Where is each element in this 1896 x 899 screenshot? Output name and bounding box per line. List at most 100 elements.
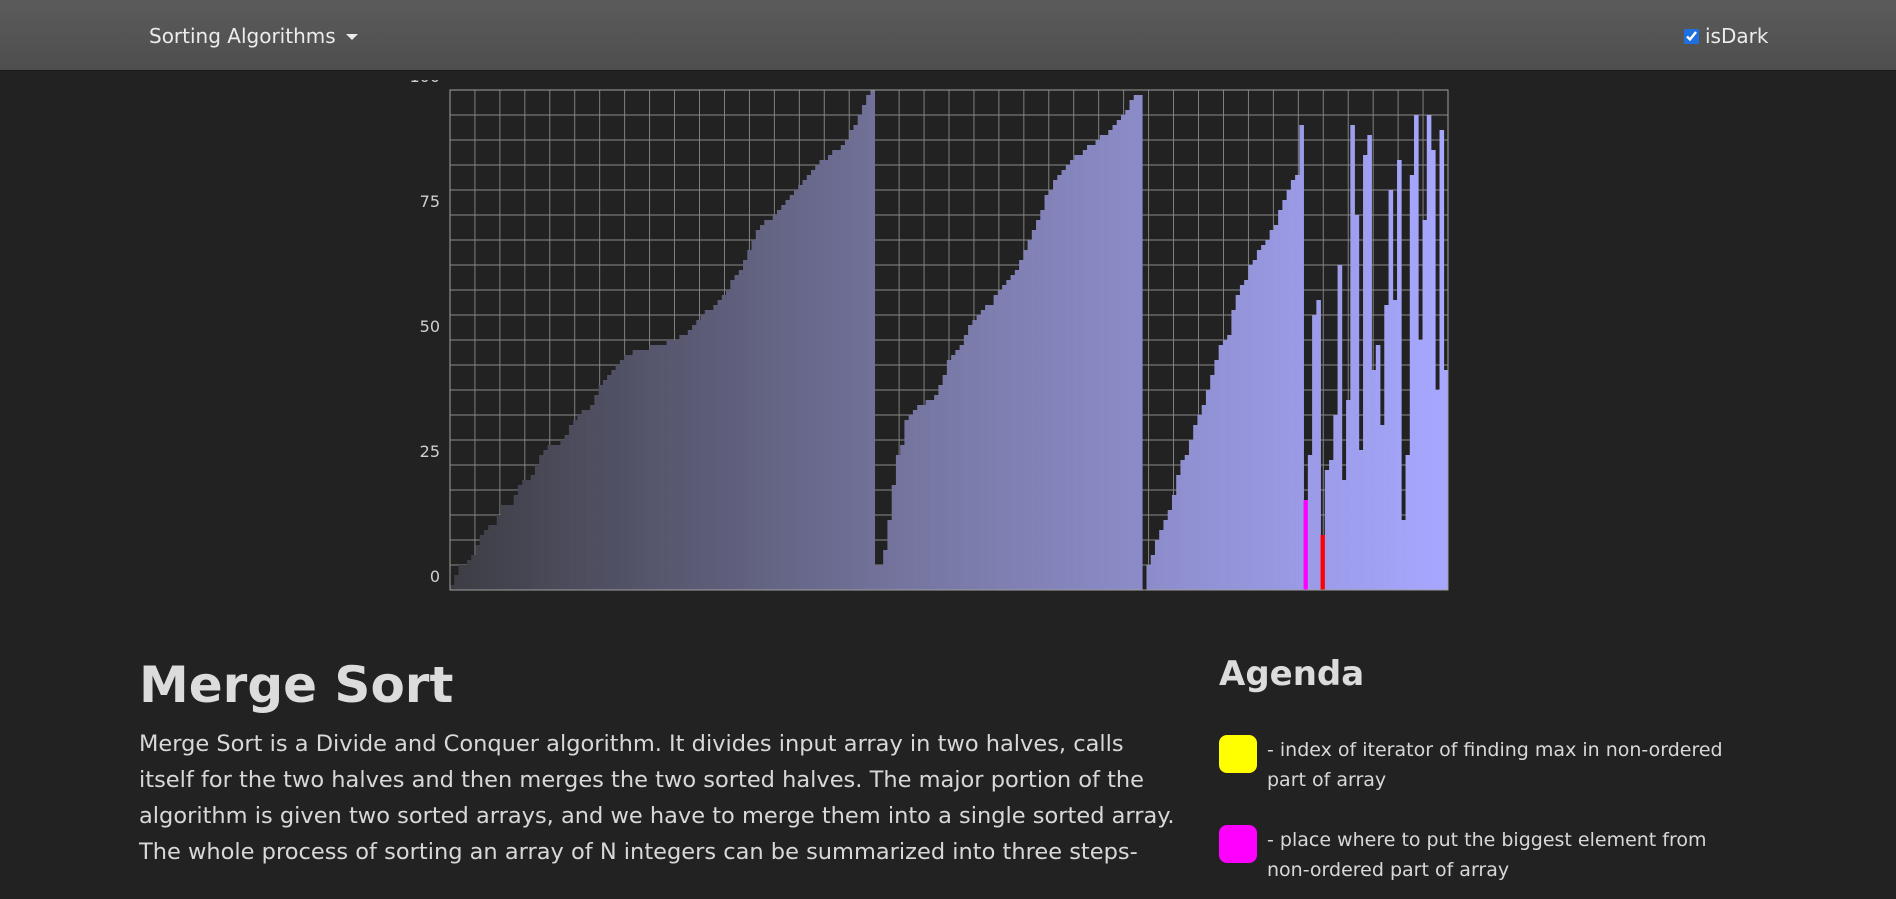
- bar: [1002, 285, 1007, 590]
- bar: [551, 445, 557, 590]
- bar: [1278, 210, 1283, 590]
- bar: [594, 395, 599, 590]
- bar: [1337, 265, 1343, 590]
- bar: [980, 310, 986, 590]
- bar: [1431, 150, 1436, 590]
- bar: [615, 365, 621, 590]
- bar: [772, 215, 778, 590]
- bar: [670, 340, 676, 590]
- bar: [598, 385, 604, 590]
- bar: [726, 290, 731, 590]
- bar: [942, 375, 948, 590]
- bar: [1053, 180, 1058, 590]
- bar: [827, 155, 833, 590]
- bar: [564, 435, 570, 590]
- highlighted-bar: [1303, 500, 1309, 590]
- bar: [492, 525, 498, 590]
- bar: [951, 355, 956, 590]
- y-tick-label: 75: [420, 192, 440, 211]
- bar: [934, 395, 939, 590]
- bar: [1171, 495, 1177, 590]
- bar: [1354, 215, 1360, 590]
- bar: [1307, 455, 1313, 590]
- bar: [946, 360, 952, 590]
- bar: [1078, 155, 1084, 590]
- bar: [1087, 145, 1092, 590]
- bar: [462, 565, 468, 590]
- bar: [853, 125, 859, 590]
- bar: [1082, 150, 1088, 590]
- bar: [1244, 280, 1249, 590]
- bar: [840, 145, 846, 590]
- bar: [929, 400, 935, 590]
- bar: [1188, 440, 1194, 590]
- bar: [1197, 415, 1203, 590]
- bar: [1044, 195, 1050, 590]
- bar: [624, 355, 629, 590]
- bar: [738, 270, 744, 590]
- bar: [1104, 135, 1109, 590]
- bar: [581, 410, 587, 590]
- bar: [675, 340, 680, 590]
- bar: [687, 330, 693, 590]
- yellow-swatch: [1219, 735, 1257, 773]
- bar: [543, 450, 549, 590]
- bar: [1057, 175, 1062, 590]
- bar: [1316, 300, 1321, 590]
- bar: [641, 350, 646, 590]
- bar: [1091, 145, 1096, 590]
- bar: [1256, 250, 1262, 590]
- bar: [1125, 110, 1130, 590]
- bar: [1154, 540, 1160, 590]
- bar: [1375, 345, 1381, 590]
- bar: [1371, 370, 1377, 590]
- bar: [1031, 230, 1037, 590]
- bar: [530, 475, 536, 590]
- bar: [1205, 390, 1211, 590]
- bar: [547, 445, 553, 590]
- bar: [1129, 100, 1135, 590]
- sorting-algorithms-dropdown[interactable]: Sorting Algorithms: [149, 24, 358, 48]
- bar: [925, 400, 931, 590]
- bar: [628, 355, 633, 590]
- bar: [539, 455, 544, 590]
- bar: [1222, 340, 1228, 590]
- bar: [989, 305, 994, 590]
- bar: [844, 140, 850, 590]
- bar: [1231, 310, 1237, 590]
- bar: [764, 220, 769, 590]
- bar: [1027, 240, 1033, 590]
- bar: [1265, 240, 1270, 590]
- bar: [1324, 470, 1330, 590]
- bar: [917, 405, 922, 590]
- bar: [556, 445, 561, 590]
- bar: [496, 515, 502, 590]
- bar: [696, 320, 701, 590]
- bar: [666, 340, 672, 590]
- bar: [1346, 400, 1351, 590]
- bar: [1159, 530, 1164, 590]
- bar: [517, 485, 523, 590]
- bar: [806, 175, 812, 590]
- bar: [454, 575, 459, 590]
- bar: [1261, 245, 1266, 590]
- bar: [968, 325, 973, 590]
- agenda-title: Agenda: [1219, 654, 1365, 694]
- dark-mode-checkbox[interactable]: [1684, 28, 1699, 44]
- bar: [1184, 455, 1190, 590]
- bar: [1036, 220, 1041, 590]
- magenta-swatch: [1219, 825, 1257, 863]
- bar: [1409, 175, 1415, 590]
- bar: [785, 200, 791, 590]
- dark-mode-toggle[interactable]: isDark: [1684, 24, 1768, 48]
- bar: [1146, 565, 1152, 590]
- bar: [874, 565, 880, 590]
- bar: [1341, 480, 1347, 590]
- bar: [1040, 210, 1045, 590]
- bar: [653, 345, 659, 590]
- bar: [1248, 265, 1253, 590]
- bar: [798, 185, 803, 590]
- bar: [1414, 115, 1419, 590]
- bar: [1422, 220, 1428, 590]
- bar: [713, 305, 718, 590]
